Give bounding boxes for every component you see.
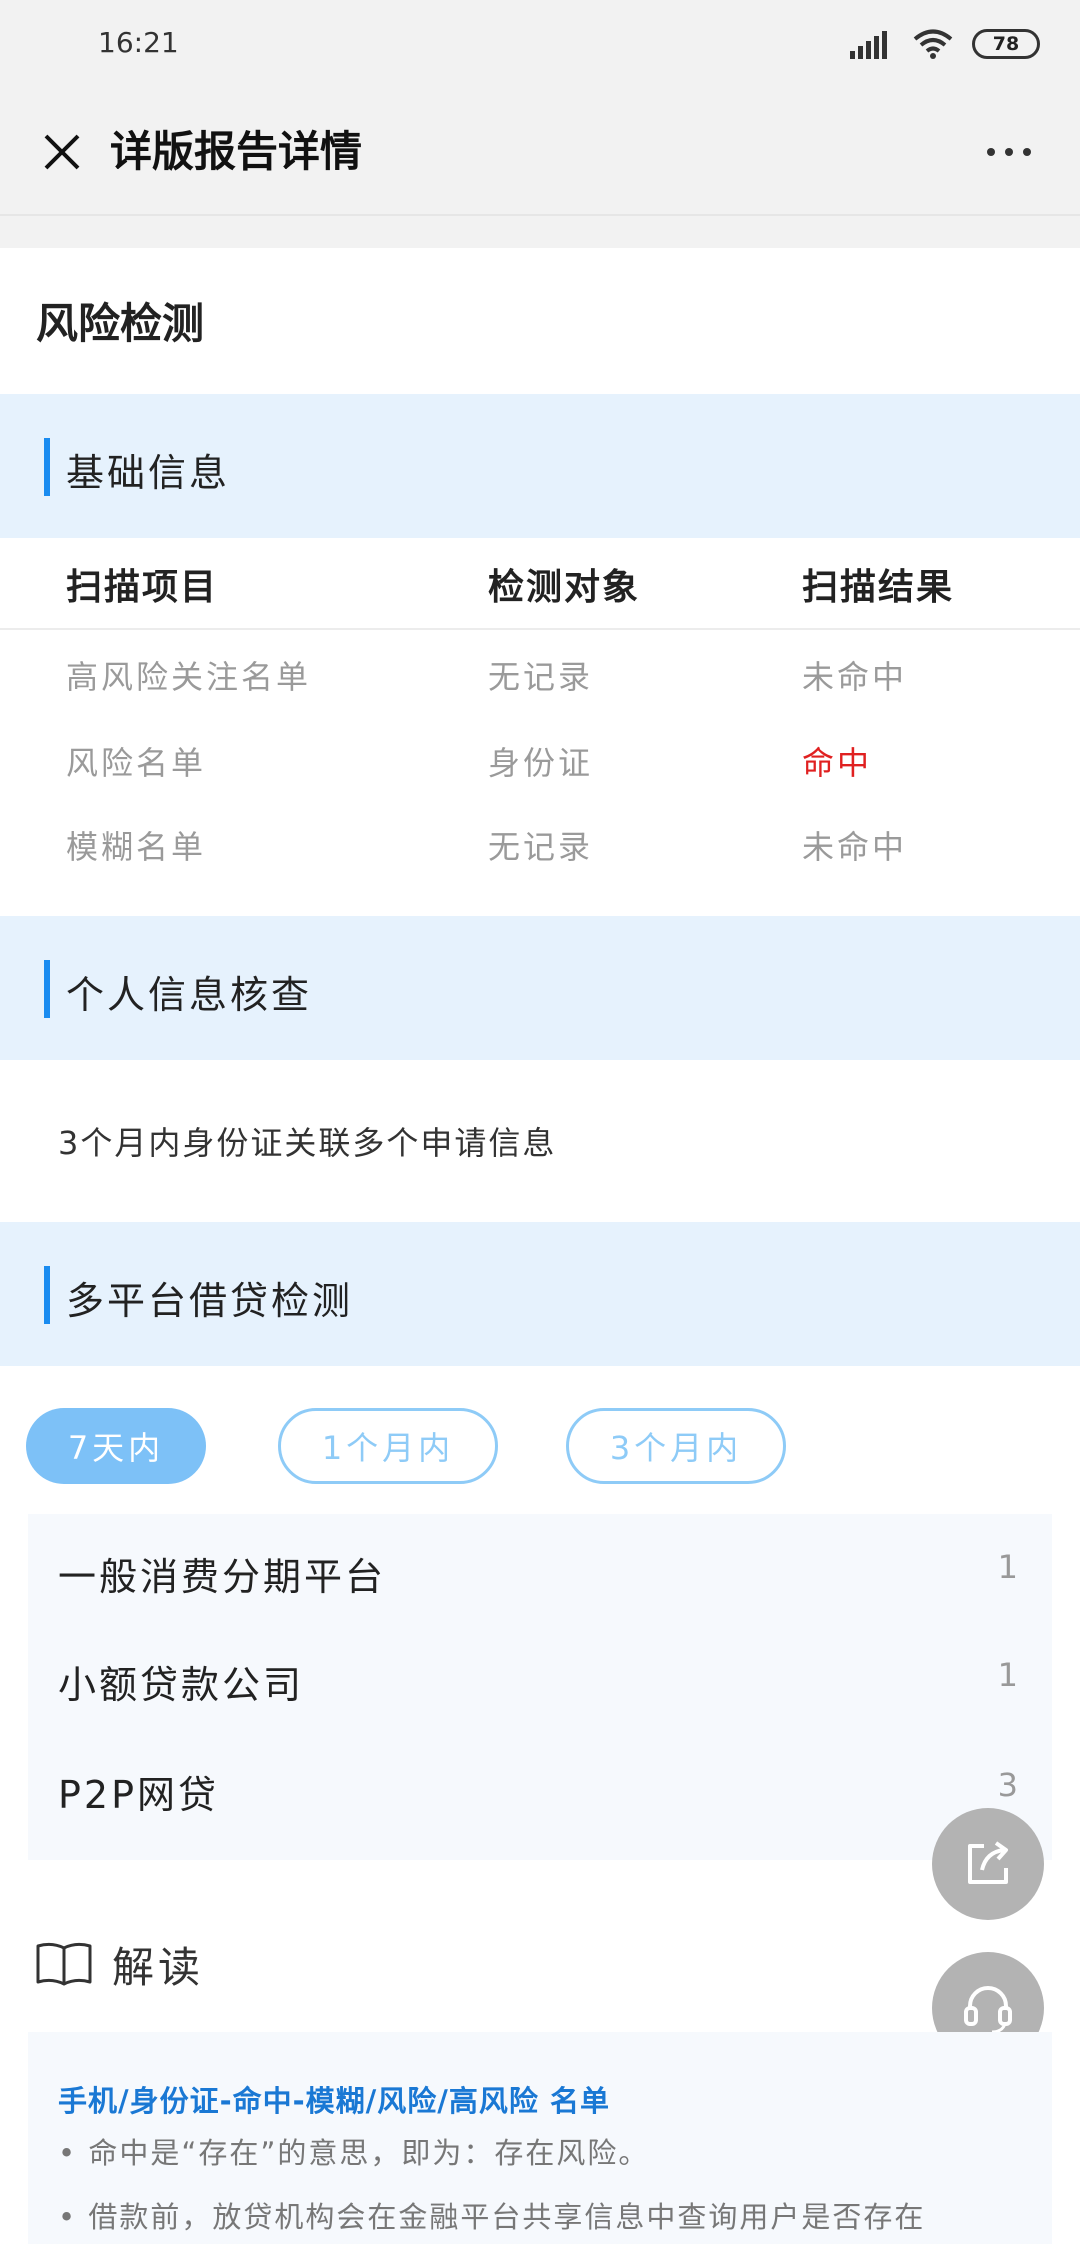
accent-bar: [44, 438, 50, 496]
personal-info-header: 个人信息核查: [0, 916, 1080, 1060]
platform-count: 1: [997, 1548, 1018, 1586]
platform-count: 3: [997, 1766, 1018, 1804]
table-header: 扫描项目 检测对象 扫描结果: [0, 538, 1080, 630]
tab-1-month[interactable]: 1个月内: [278, 1408, 498, 1484]
table-row: 风险名单 身份证 命中: [0, 718, 1080, 802]
interpretation-header: 解读: [34, 1934, 204, 1994]
divider: [0, 216, 1080, 248]
close-icon: [44, 134, 80, 170]
list-item[interactable]: 一般消费分期平台 1: [28, 1518, 1052, 1626]
row-target: 无记录: [488, 828, 594, 866]
row-result: 未命中: [802, 828, 908, 866]
signal-icon: [850, 31, 887, 59]
interpretation-subtitle: 手机/身份证-命中-模糊/风险/高风险 名单: [58, 2084, 610, 2118]
header-target: 检测对象: [488, 567, 641, 608]
accent-bar: [44, 960, 50, 1018]
tab-3-months[interactable]: 3个月内: [566, 1408, 786, 1484]
tab-7-days[interactable]: 7天内: [26, 1408, 206, 1484]
personal-info-title: 个人信息核查: [66, 973, 313, 1017]
interpretation-bullet: • 借款前，放贷机构会在金融平台共享信息中查询用户是否存在: [58, 2200, 926, 2234]
status-time: 16:21: [98, 26, 179, 59]
status-icons: 78: [850, 26, 1040, 62]
row-result: 未命中: [802, 658, 908, 696]
headset-icon: [964, 1986, 1012, 2034]
battery-indicator: 78: [972, 29, 1040, 59]
header-result: 扫描结果: [802, 567, 955, 608]
platform-name: P2P网贷: [58, 1773, 220, 1817]
row-target: 无记录: [488, 658, 594, 696]
list-item[interactable]: P2P网贷 3: [28, 1736, 1052, 1844]
table-row: 模糊名单 无记录 未命中: [0, 802, 1080, 886]
personal-info-text: 3个月内身份证关联多个申请信息: [58, 1124, 557, 1162]
table-row: 高风险关注名单 无记录 未命中: [0, 632, 1080, 716]
basic-info-header: 基础信息: [0, 394, 1080, 538]
row-result-hit: 命中: [802, 744, 873, 782]
nav-bar: 详版报告详情: [0, 88, 1080, 216]
list-item[interactable]: 小额贷款公司 1: [28, 1626, 1052, 1734]
row-item: 高风险关注名单: [66, 658, 312, 696]
section-title: 风险检测: [36, 299, 205, 348]
loan-detection-title: 多平台借贷检测: [66, 1279, 354, 1323]
row-item: 风险名单: [66, 744, 207, 782]
loan-platform-list: 一般消费分期平台 1 小额贷款公司 1 P2P网贷 3: [28, 1514, 1052, 1860]
basic-info-title: 基础信息: [66, 451, 231, 495]
status-bar: 16:21 78: [0, 0, 1080, 88]
share-button[interactable]: [932, 1808, 1044, 1920]
header-scan-item: 扫描项目: [66, 567, 219, 608]
platform-count: 1: [997, 1656, 1018, 1694]
row-item: 模糊名单: [66, 828, 207, 866]
loan-detection-header: 多平台借贷检测: [0, 1222, 1080, 1366]
share-icon: [968, 1841, 1008, 1884]
report-content[interactable]: 风险检测 基础信息 扫描项目 检测对象 扫描结果 高风险关注名单 无记录 未命中…: [0, 248, 1080, 2244]
page-title: 详版报告详情: [110, 127, 363, 176]
interpretation-title: 解读: [112, 1942, 205, 1992]
book-icon: [36, 1942, 92, 1986]
platform-name: 一般消费分期平台: [58, 1555, 387, 1599]
more-button[interactable]: [964, 116, 1054, 188]
wifi-icon: [913, 29, 953, 59]
platform-name: 小额贷款公司: [58, 1663, 305, 1707]
interpretation-bullet: • 命中是“存在”的意思，即为：存在风险。: [58, 2136, 650, 2170]
close-button[interactable]: [26, 116, 98, 188]
interpretation-box: 手机/身份证-命中-模糊/风险/高风险 名单 • 命中是“存在”的意思，即为：存…: [28, 2032, 1052, 2244]
accent-bar: [44, 1266, 50, 1324]
more-icon: [987, 148, 1031, 156]
row-target: 身份证: [488, 744, 594, 782]
